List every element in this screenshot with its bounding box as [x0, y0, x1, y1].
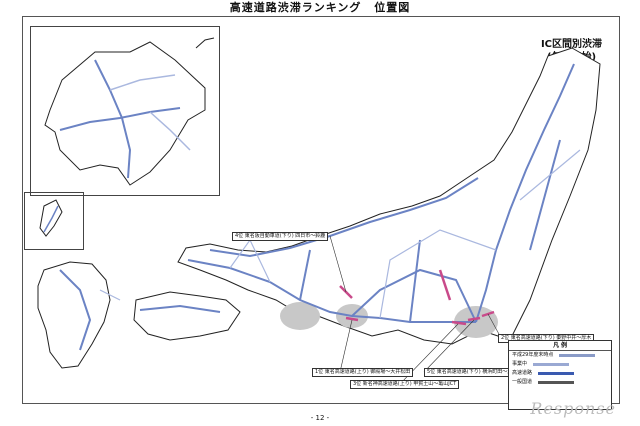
callout-rank4: 1位 東名高速道路(上り) 御殿場～大井松田 [312, 368, 414, 377]
legend-row: 事業中 [509, 360, 611, 369]
legend-row: 平成29年度末時点 [509, 351, 611, 360]
callout-rank3: 4位 東名阪自動車道(下り) 四日市～鈴鹿 [232, 232, 329, 241]
legend-swatch [538, 381, 575, 384]
hokkaido-landmass [44, 41, 206, 186]
legend-swatch [559, 354, 596, 357]
legend-swatch [538, 372, 575, 375]
legend-row: 一般国道 [509, 378, 611, 387]
leader-4 [339, 319, 353, 373]
callout-rank1: 3位 新名神高速道路(上り) 甲賀土山～亀山JCT [350, 380, 460, 389]
okinawa-landmass [39, 199, 63, 237]
response-watermark: Response [530, 399, 616, 418]
legend-row-label: 事業中 [512, 361, 528, 367]
legend-row: 高速道路 [509, 369, 611, 378]
shikoku-landmass [133, 291, 241, 341]
kyushu-landmass [37, 261, 111, 369]
legend-row-label: 一般国道 [512, 379, 533, 385]
legend-swatch [533, 363, 570, 366]
legend-title: 凡 例 [509, 341, 611, 351]
legend-row-label: 高速道路 [512, 370, 533, 376]
honshu-landmass [177, 47, 601, 345]
kuril-islands [195, 37, 215, 49]
legend-row-label: 平成29年度末時点 [512, 352, 554, 358]
